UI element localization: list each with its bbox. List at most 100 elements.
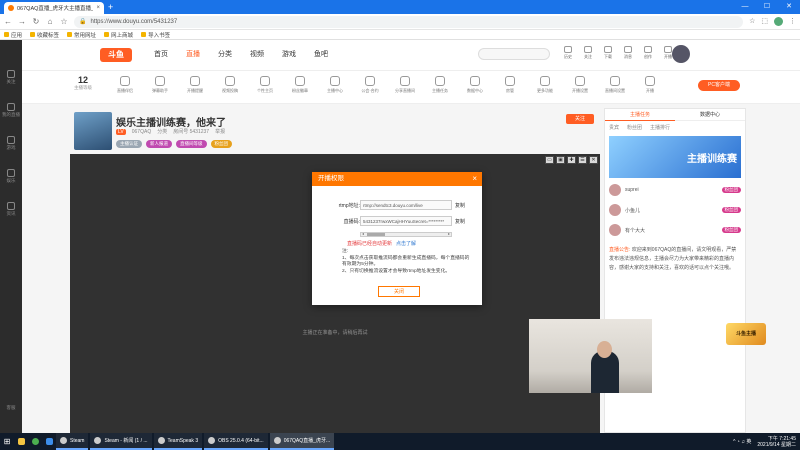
bookmark-item[interactable]: 常用网址 [67, 31, 96, 39]
reload-icon[interactable]: ↻ [32, 17, 40, 26]
room-category[interactable]: 分类 [157, 128, 167, 135]
list-item[interactable]: suprei 粉丝团 [609, 184, 741, 196]
report-link[interactable]: 举报 [215, 128, 225, 135]
bookmark-item[interactable]: 网上商城 [104, 31, 133, 39]
streamer-name[interactable]: 067QAQ [132, 129, 151, 135]
file-explorer-icon[interactable] [14, 433, 28, 450]
star-icon[interactable]: ☆ [60, 17, 68, 26]
sidebar-item-my-live[interactable]: 我的直播 [2, 103, 20, 118]
nav-video[interactable]: 视频 [250, 49, 264, 59]
tool-item[interactable]: 更多功能 [534, 76, 556, 94]
extensions-icon[interactable]: ⬚ [761, 17, 768, 26]
tv-icon [7, 103, 15, 111]
nav-live[interactable]: 直播 [186, 49, 200, 59]
badge-verified[interactable]: 主播认证 [116, 140, 142, 148]
tab-rank[interactable]: 主播排行 [650, 124, 670, 131]
badge-fanclub[interactable]: 粉丝团 [210, 140, 232, 148]
stream-key-scrollbar[interactable]: ◂ ▸ [360, 231, 452, 237]
pc-client-button[interactable]: PC客户端 [698, 80, 740, 91]
dialog-notes: 注: 1、每次点击获取推流码都会重新生成直播码，每个直播码的有效期为5分钟。 2… [342, 249, 472, 275]
copy-key-button[interactable]: 复制 [455, 218, 465, 225]
task-steam[interactable]: Steam [56, 433, 89, 450]
chrome-icon[interactable] [28, 433, 42, 450]
list-item[interactable]: 有个大大 粉丝团 [609, 224, 741, 236]
scroll-thumb[interactable] [367, 233, 385, 236]
tool-item[interactable]: 直播间设置 [604, 76, 626, 94]
menu-icon[interactable]: ⋮ [789, 17, 796, 26]
tab-vip[interactable]: 贵宾 [609, 124, 619, 131]
event-banner[interactable]: 主播训练赛 [609, 136, 741, 178]
close-button[interactable]: 关闭 [378, 286, 420, 297]
task-teamspeak[interactable]: TeamSpeak 3 [153, 433, 203, 450]
tab-fans[interactable]: 粉丝团 [627, 124, 642, 131]
badge-room-level[interactable]: 直播间等级 [176, 140, 207, 148]
douyu-logo[interactable]: 斗鱼 [100, 48, 132, 62]
list-item[interactable]: 小鱼儿 粉丝团 [609, 204, 741, 216]
browser-tab[interactable]: 067QAQ直播_虎牙大主播直播_斗... × [4, 2, 104, 14]
dialog-close-icon[interactable]: × [472, 172, 477, 186]
obs-icon [208, 437, 216, 444]
task-obs[interactable]: OBS 25.0.4 (64-bit... [204, 433, 268, 450]
tool-item[interactable]: 开播设置 [569, 76, 591, 94]
stream-key-field[interactable]: 5431237rwxWCajHHYuuSecret=********* [360, 216, 452, 226]
tab-data-center[interactable]: 数据中心 [675, 109, 745, 121]
sidebar-item-entertainment[interactable]: 娱乐 [7, 169, 16, 184]
tool-item[interactable]: 视频投稿 [219, 76, 241, 94]
minimize-button[interactable]: — [734, 0, 756, 14]
bookmark-apps[interactable]: 应用 [4, 31, 22, 39]
close-window-button[interactable]: ✕ [778, 0, 800, 14]
tool-item[interactable]: 开播提醒 [184, 76, 206, 94]
badge-newbie[interactable]: 新人报道 [146, 140, 172, 148]
sidebar-item-service[interactable]: 客服 [0, 405, 22, 411]
tool-item[interactable]: 弹幕助手 [149, 76, 171, 94]
clock[interactable]: 下午 7:21:45 2021/9/14 星期二 [757, 436, 796, 448]
nav-home[interactable]: 首页 [154, 49, 168, 59]
tool-item[interactable]: 粉丝徽章 [289, 76, 311, 94]
app-icon[interactable] [42, 433, 56, 450]
bookmark-item[interactable]: 收藏标签 [30, 31, 59, 39]
url-input[interactable]: 🔒 https://www.douyu.com/5431237 [74, 15, 744, 28]
home-icon[interactable]: ⌂ [46, 17, 54, 26]
tab-streamer-tasks[interactable]: 主播任务 [605, 109, 675, 121]
message-button[interactable]: 消息 [622, 46, 634, 60]
tab-close-icon[interactable]: × [96, 5, 100, 11]
tool-item[interactable]: 房管 [499, 76, 521, 94]
follow-room-button[interactable]: 关注 [566, 114, 594, 124]
scroll-right-icon[interactable]: ▸ [448, 231, 450, 236]
back-icon[interactable]: ← [4, 17, 12, 26]
tool-item[interactable]: 公会·合约 [359, 76, 381, 94]
tool-item[interactable]: 数据中心 [464, 76, 486, 94]
tool-item[interactable]: 直播伴侣 [114, 76, 136, 94]
search-input[interactable] [478, 48, 550, 60]
user-avatar[interactable] [672, 45, 690, 63]
bookmark-item[interactable]: 导入书签 [141, 31, 170, 39]
sidebar-item-games[interactable]: 游戏 [7, 136, 16, 151]
tool-item[interactable]: 分享直播间 [394, 76, 416, 94]
bookmark-star-icon[interactable]: ☆ [749, 17, 755, 26]
learn-more-link[interactable]: 点击了解 [396, 241, 416, 247]
profile-avatar[interactable] [774, 17, 783, 26]
scroll-left-icon[interactable]: ◂ [362, 231, 364, 236]
download-button[interactable]: 下载 [602, 46, 614, 60]
copy-rtmp-button[interactable]: 复制 [455, 202, 465, 209]
sidebar-item-follow[interactable]: 关注 [7, 70, 16, 85]
task-steam-news[interactable]: Steam - 新闻 (1 / ... [90, 433, 152, 450]
tool-item[interactable]: 主播中心 [324, 76, 346, 94]
nav-games[interactable]: 游戏 [282, 49, 296, 59]
forward-icon[interactable]: → [18, 17, 26, 26]
tool-item[interactable]: 开播 [639, 76, 661, 94]
task-browser[interactable]: 067QAQ直播_虎牙... [269, 433, 335, 450]
nav-category[interactable]: 分类 [218, 49, 232, 59]
tool-item[interactable]: 个性主页 [254, 76, 276, 94]
tray-icons[interactable]: ^ ◔ ♫ 英 [733, 438, 751, 445]
history-button[interactable]: 历史 [562, 46, 574, 60]
new-tab-button[interactable]: + [108, 2, 113, 12]
rtmp-address-field[interactable]: rtmp://sendtc3.douyu.com/live [360, 200, 452, 210]
tool-item[interactable]: 主播任务 [429, 76, 451, 94]
sidebar-item-news[interactable]: 资讯 [7, 202, 16, 217]
follow-button[interactable]: 关注 [582, 46, 594, 60]
start-icon[interactable]: ⊞ [0, 433, 14, 450]
nav-yuba[interactable]: 鱼吧 [314, 49, 328, 59]
maximize-button[interactable]: ☐ [756, 0, 778, 14]
create-button[interactable]: 创作 [642, 46, 654, 60]
